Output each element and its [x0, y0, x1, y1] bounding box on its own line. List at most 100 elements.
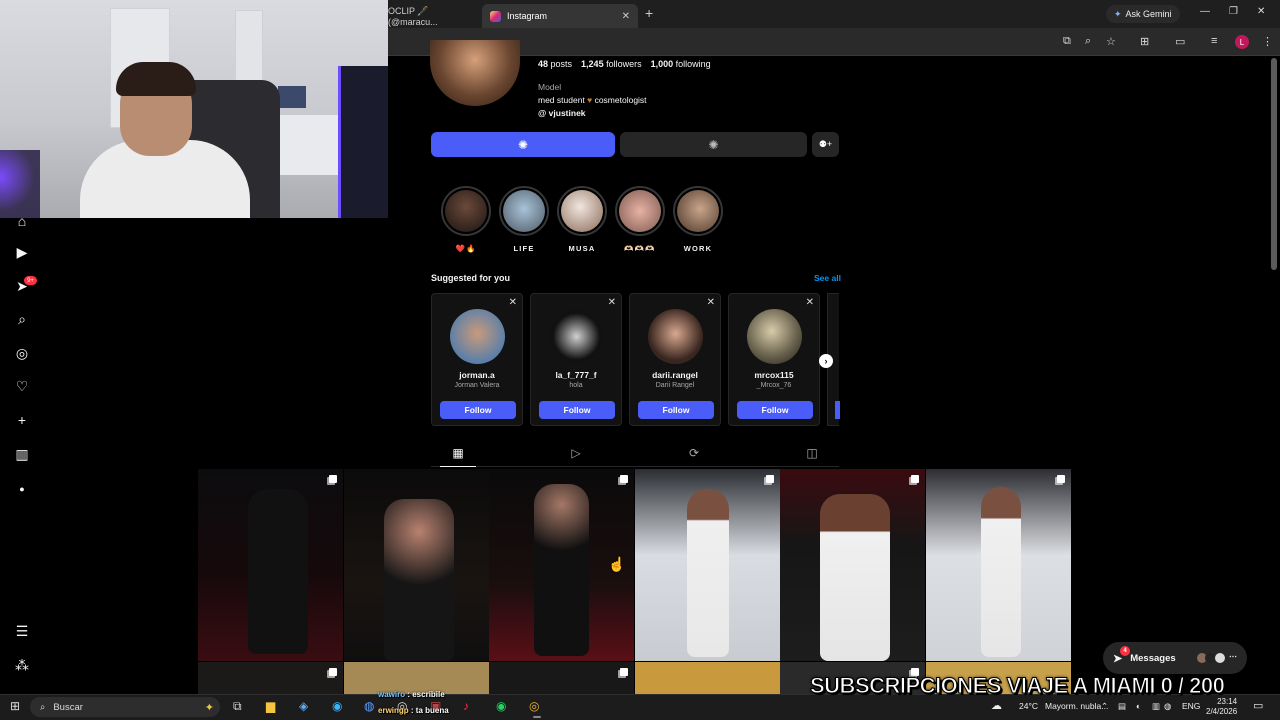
dashboard-icon[interactable]: ▥: [13, 445, 31, 463]
post-thumbnail[interactable]: [198, 469, 343, 661]
app-icon[interactable]: ◍: [364, 699, 374, 713]
file-explorer-icon[interactable]: ▆: [266, 699, 275, 713]
message-button[interactable]: ✺: [620, 132, 807, 157]
post-thumbnail[interactable]: [780, 469, 925, 661]
browser-menu-icon[interactable]: ⋮: [1262, 35, 1273, 48]
side-panel-icon[interactable]: ▭: [1175, 35, 1185, 48]
search-icon[interactable]: ⌕: [13, 310, 31, 328]
next-arrow-icon[interactable]: ›: [819, 354, 833, 368]
suggested-card[interactable]: ✕ jorman.a Jorman Valera Follow: [431, 293, 523, 426]
dismiss-icon[interactable]: ✕: [608, 297, 616, 308]
ask-gemini-button[interactable]: ✦ Ask Gemini: [1106, 5, 1180, 23]
follow-button[interactable]: Follow: [539, 401, 615, 419]
more-menu-icon[interactable]: ☰: [13, 622, 31, 640]
language-indicator[interactable]: ENG: [1182, 701, 1200, 711]
create-plus-icon[interactable]: +: [13, 411, 31, 429]
post-thumbnail[interactable]: [344, 469, 489, 661]
reposts-tab-icon[interactable]: ⟳: [687, 446, 701, 460]
post-thumbnail[interactable]: [489, 662, 634, 694]
reels-tab-icon[interactable]: ▷: [569, 446, 583, 460]
post-thumbnail[interactable]: [926, 469, 1071, 661]
dismiss-icon[interactable]: ✕: [509, 297, 517, 308]
carousel-icon: [329, 668, 337, 676]
follow-button[interactable]: Follow: [440, 401, 516, 419]
followers-stat[interactable]: 1,245 followers: [581, 59, 642, 69]
browser-profile-avatar[interactable]: L: [1235, 35, 1249, 49]
highlight-item[interactable]: LIFE: [498, 186, 550, 253]
webcam-hair: [116, 62, 196, 96]
close-window-icon[interactable]: ✕: [1257, 6, 1265, 17]
ask-gemini-label: Ask Gemini: [1125, 9, 1172, 19]
tray-app-icon[interactable]: ◐: [1136, 701, 1141, 711]
maximize-icon[interactable]: ❐: [1229, 6, 1238, 17]
profile-avatar[interactable]: [430, 40, 520, 106]
post-thumbnail[interactable]: [198, 662, 343, 694]
suggested-username[interactable]: mrcox115: [729, 370, 819, 380]
threads-link[interactable]: @ vjustinek: [538, 108, 586, 118]
notification-center-icon[interactable]: ▭: [1253, 699, 1263, 712]
browser-tab-active[interactable]: Instagram ✕: [482, 4, 638, 28]
zoom-icon[interactable]: ⌕: [1085, 35, 1091, 48]
weather-temp[interactable]: 24°C: [1019, 701, 1038, 711]
explore-icon[interactable]: ◎: [13, 344, 31, 362]
following-stat[interactable]: 1,000 following: [651, 59, 711, 69]
close-tab-icon[interactable]: ✕: [622, 11, 630, 22]
tiktok-icon[interactable]: ♪: [463, 699, 469, 713]
suggested-username[interactable]: darii.rangel: [630, 370, 720, 380]
install-app-icon[interactable]: ⧉: [1063, 35, 1071, 48]
suggested-avatar[interactable]: [648, 309, 703, 364]
see-all-link[interactable]: See all: [814, 273, 841, 283]
highlight-item[interactable]: 🫶🏻🫶🏻🫶🏻: [614, 186, 666, 253]
spotify-icon[interactable]: ◉: [496, 699, 506, 713]
notification-badge: 9+: [24, 276, 37, 285]
extensions-icon[interactable]: ⊞: [1140, 35, 1149, 48]
minimize-icon[interactable]: —: [1200, 6, 1210, 17]
bookmark-star-icon[interactable]: ☆: [1106, 35, 1116, 48]
post-figure: [248, 489, 308, 654]
windows-start-icon[interactable]: ⊞: [10, 699, 20, 713]
suggested-card[interactable]: ✕ la_f_777_f hola Follow: [530, 293, 622, 426]
suggested-username[interactable]: la_f_777_f: [531, 370, 621, 380]
follow-button[interactable]: ✺: [431, 132, 615, 157]
task-view-icon[interactable]: ⧉: [233, 699, 242, 714]
taskbar-search[interactable]: ⌕ Buscar ✦: [30, 697, 220, 717]
follow-button[interactable]: Follow: [737, 401, 813, 419]
reels-icon[interactable]: ▶: [13, 243, 31, 261]
tray-app-icon[interactable]: ▤: [1118, 701, 1126, 712]
chat-message: wawiro : escribile: [378, 690, 445, 699]
suggest-users-button[interactable]: ⚉+: [812, 132, 839, 157]
highlight-item[interactable]: ❤️🔥: [440, 186, 492, 253]
tray-chevron-icon[interactable]: ⌃: [1101, 701, 1108, 712]
browser-tab[interactable]: OCLIP 🖋️ (@maracu...: [380, 4, 480, 28]
highlight-item[interactable]: MUSA: [556, 186, 608, 253]
profile-icon[interactable]: ●: [13, 480, 31, 498]
also-from-meta-icon[interactable]: ⁂: [13, 656, 31, 674]
tagged-tab-icon[interactable]: ◫: [805, 446, 819, 460]
edge-icon[interactable]: ◉: [332, 699, 342, 713]
page-scrollbar-thumb[interactable]: [1271, 58, 1277, 270]
dismiss-icon[interactable]: ✕: [806, 297, 814, 308]
active-app-indicator: [533, 716, 541, 718]
suggested-avatar[interactable]: [747, 309, 802, 364]
post-thumbnail[interactable]: [635, 469, 780, 661]
suggested-avatar[interactable]: [549, 309, 604, 364]
copilot-icon[interactable]: ◈: [299, 699, 308, 713]
suggested-avatar[interactable]: [450, 309, 505, 364]
suggested-card[interactable]: ✕ darii.rangel Darii Rangel Follow: [629, 293, 721, 426]
follow-button[interactable]: Follow: [638, 401, 714, 419]
suggested-username[interactable]: jorman.a: [432, 370, 522, 380]
dismiss-icon[interactable]: ✕: [707, 297, 715, 308]
posts-grid-tab-icon[interactable]: ▦: [451, 446, 465, 460]
notifications-heart-icon[interactable]: ♡: [13, 377, 31, 395]
reading-list-icon[interactable]: ≡: [1211, 35, 1217, 47]
taskbar-clock[interactable]: 23:14 2/4/2026: [1206, 697, 1237, 717]
messages-button[interactable]: ➤ 4 Messages ⋯: [1103, 642, 1247, 674]
tray-app-icon[interactable]: ◍: [1164, 701, 1171, 712]
highlight-item[interactable]: WORK: [672, 186, 724, 253]
tray-app-icon[interactable]: ▥: [1152, 701, 1160, 712]
chrome-icon[interactable]: ◎: [529, 699, 539, 713]
hand-cursor-icon: ☝: [608, 556, 626, 572]
new-tab-button[interactable]: +: [645, 5, 653, 21]
post-thumbnail[interactable]: [635, 662, 780, 694]
suggested-card[interactable]: ✕ mrcox115 _Mrcox_76 Follow: [728, 293, 820, 426]
